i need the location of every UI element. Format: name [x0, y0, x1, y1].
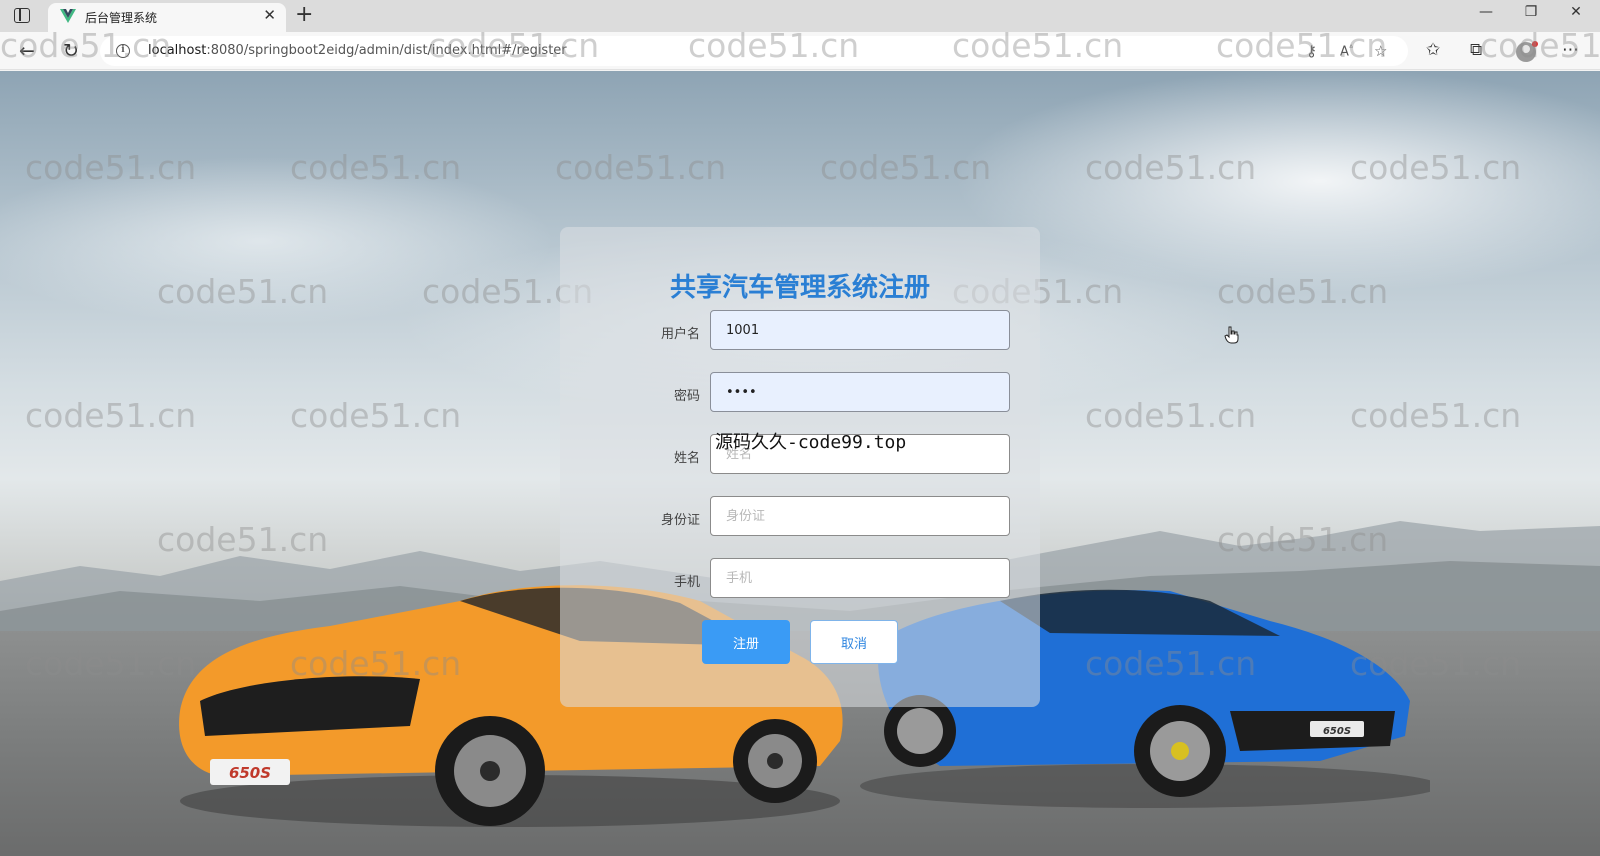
password-field[interactable]	[710, 372, 1010, 412]
address-bar[interactable]: i localhost:8080/springboot2eidg/admin/d…	[100, 36, 1408, 66]
restore-icon[interactable]: ❐	[1519, 4, 1543, 20]
phone-label: 手机	[673, 575, 700, 590]
page-title: 共享汽车管理系统注册	[669, 273, 930, 303]
collections-icon[interactable]: ⧉	[1470, 40, 1482, 60]
name-label: 姓名	[673, 451, 700, 466]
window-close-icon[interactable]: ✕	[1564, 4, 1588, 20]
browser-toolbar: ← ↻ i localhost:8080/springboot2eidg/adm…	[0, 32, 1600, 70]
username-label: 用户名	[660, 327, 700, 342]
favorite-add-icon[interactable]: ☆	[1374, 42, 1387, 60]
minimize-icon[interactable]: —	[1474, 4, 1498, 20]
more-icon[interactable]: ⋯	[1562, 40, 1579, 60]
back-arrow-icon[interactable]: ←	[14, 38, 40, 64]
sidebar-toggle-icon[interactable]	[14, 8, 30, 23]
id-card-label: 身份证	[660, 513, 700, 528]
username-field[interactable]	[710, 310, 1010, 350]
browser-tab-strip: 后台管理系统 ✕ + — ❐ ✕	[0, 0, 1600, 32]
overlay-watermark-text: 源码久久-code99.top	[715, 432, 907, 453]
register-button[interactable]: 注册	[702, 620, 790, 664]
read-aloud-icon[interactable]: Aᐞ	[1340, 43, 1353, 59]
vue-favicon-icon	[60, 9, 76, 23]
phone-field[interactable]	[710, 558, 1010, 598]
notification-dot	[1532, 41, 1538, 47]
favorites-icon[interactable]: ✩	[1426, 40, 1440, 60]
key-icon[interactable]: ⚷	[1306, 42, 1317, 60]
svg-text:650S: 650S	[229, 764, 271, 782]
svg-text:650S: 650S	[1323, 726, 1351, 737]
id-card-field[interactable]	[710, 496, 1010, 536]
plus-icon[interactable]: +	[295, 3, 313, 27]
password-label: 密码	[673, 389, 700, 404]
register-panel: 共享汽车管理系统注册 用户名 密码 姓名 身份证 手机 注册 取消	[560, 227, 1040, 707]
hand-cursor-icon	[1224, 326, 1239, 344]
refresh-icon[interactable]: ↻	[58, 38, 84, 64]
close-icon[interactable]: ✕	[263, 7, 276, 23]
browser-tab[interactable]: 后台管理系统 ✕	[48, 3, 286, 32]
info-icon[interactable]: i	[116, 44, 130, 58]
url-text[interactable]: localhost:8080/springboot2eidg/admin/dis…	[148, 43, 567, 58]
cancel-button[interactable]: 取消	[810, 620, 898, 664]
tab-title: 后台管理系统	[85, 11, 158, 25]
